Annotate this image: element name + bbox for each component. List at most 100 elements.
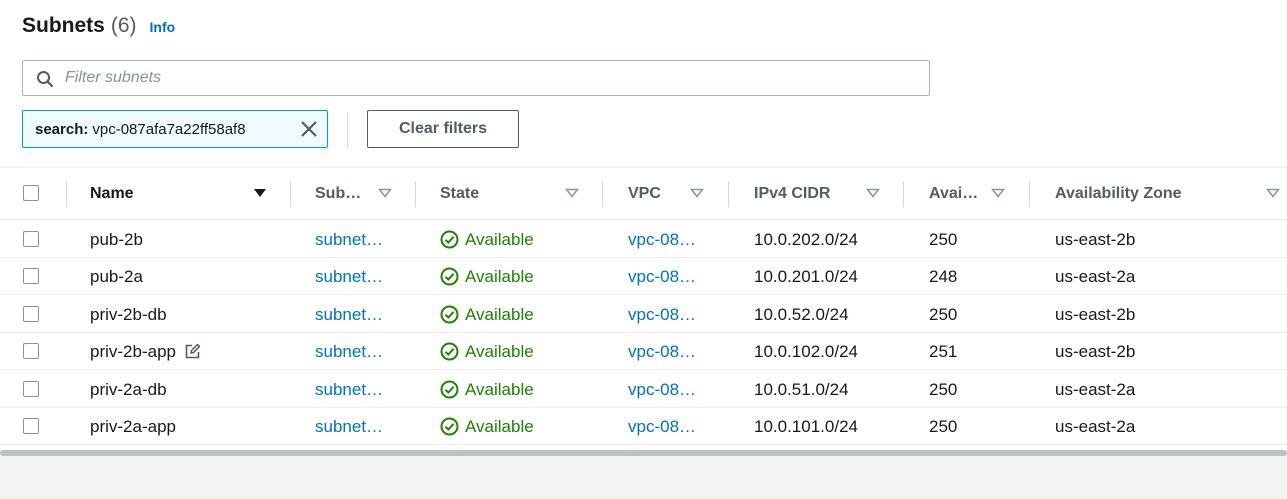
filter-box[interactable] <box>22 60 930 96</box>
search-icon <box>37 71 54 88</box>
info-link[interactable]: Info <box>150 19 176 35</box>
available-ips: 250 <box>929 229 958 249</box>
row-checkbox[interactable] <box>23 381 39 397</box>
ipv4-cidr: 10.0.52.0/24 <box>754 304 849 324</box>
availability-zone: us-east-2b <box>1055 341 1136 361</box>
state-label: Available <box>465 341 534 361</box>
column-divider <box>903 181 904 207</box>
state-label: Available <box>465 304 534 324</box>
ipv4-cidr: 10.0.102.0/24 <box>754 341 858 361</box>
subnet-name: pub-2b <box>90 229 143 249</box>
column-divider <box>728 181 729 207</box>
subnet-count: (6) <box>110 14 137 37</box>
vpc-link[interactable]: vpc-08… <box>628 371 696 408</box>
vpc-link[interactable]: vpc-08… <box>628 258 696 295</box>
close-icon[interactable] <box>300 120 318 138</box>
subnet-id-link[interactable]: subnet… <box>315 258 383 295</box>
row-checkbox[interactable] <box>23 231 39 247</box>
caret-down-icon[interactable] <box>378 188 392 198</box>
subnet-name: pub-2a <box>90 266 143 286</box>
subnet-name: priv-2a-app <box>90 416 176 436</box>
table-row[interactable]: pub-2b subnet… Available vpc-08… 10.0.20… <box>0 221 1287 258</box>
vpc-link[interactable]: vpc-08… <box>628 296 696 333</box>
table-row[interactable]: pub-2a subnet… Available vpc-08… 10.0.20… <box>0 258 1287 295</box>
state-cell: Available <box>440 371 534 408</box>
column-header-subnet-id[interactable]: Sub… <box>315 168 361 220</box>
column-header-name[interactable]: Name <box>90 168 134 220</box>
ipv4-cidr: 10.0.51.0/24 <box>754 379 849 399</box>
availability-zone: us-east-2b <box>1055 229 1136 249</box>
table-row[interactable]: priv-2b-db subnet… Available vpc-08… 10.… <box>0 296 1287 333</box>
available-ips: 250 <box>929 379 958 399</box>
caret-down-icon[interactable] <box>253 188 267 198</box>
filter-input[interactable] <box>65 61 915 95</box>
filter-token-value: vpc-087afa7a22ff58af8 <box>92 120 246 138</box>
divider <box>347 112 348 148</box>
state-label: Available <box>465 229 534 249</box>
select-all-checkbox[interactable] <box>23 185 39 201</box>
available-ips: 250 <box>929 304 958 324</box>
vpc-link[interactable]: vpc-08… <box>628 408 696 445</box>
available-ips: 250 <box>929 416 958 436</box>
caret-down-icon[interactable] <box>866 188 880 198</box>
subnet-id-link[interactable]: subnet… <box>315 371 383 408</box>
state-cell: Available <box>440 296 534 333</box>
state-label: Available <box>465 379 534 399</box>
availability-zone: us-east-2a <box>1055 379 1136 399</box>
subnet-name-text: priv-2b-app <box>90 341 176 361</box>
row-checkbox[interactable] <box>23 268 39 284</box>
column-divider <box>1029 181 1030 207</box>
caret-down-icon[interactable] <box>565 188 579 198</box>
availability-zone: us-east-2a <box>1055 416 1136 436</box>
state-cell: Available <box>440 408 534 445</box>
availability-zone: us-east-2b <box>1055 304 1136 324</box>
filter-token-key: search: <box>35 120 89 138</box>
check-circle-icon <box>440 342 459 361</box>
available-ips: 248 <box>929 266 958 286</box>
column-divider <box>66 181 67 207</box>
available-ips: 251 <box>929 341 958 361</box>
column-header-state[interactable]: State <box>440 168 479 220</box>
edit-icon[interactable] <box>184 343 201 360</box>
column-divider <box>602 181 603 207</box>
filter-token: search: vpc-087afa7a22ff58af8 <box>22 110 328 148</box>
column-header-ipv4-cidr[interactable]: IPv4 CIDR <box>754 168 830 220</box>
ipv4-cidr: 10.0.201.0/24 <box>754 266 858 286</box>
row-checkbox[interactable] <box>23 306 39 322</box>
caret-down-icon[interactable] <box>690 188 704 198</box>
state-cell: Available <box>440 221 534 258</box>
subnet-name: priv-2a-db <box>90 379 167 399</box>
caret-down-icon[interactable] <box>1266 188 1280 198</box>
state-label: Available <box>465 416 534 436</box>
vpc-link[interactable]: vpc-08… <box>628 333 696 370</box>
table-row[interactable]: priv-2a-app subnet… Available vpc-08… 10… <box>0 408 1287 445</box>
column-divider <box>415 181 416 207</box>
row-checkbox[interactable] <box>23 343 39 359</box>
clear-filters-button[interactable]: Clear filters <box>367 110 519 148</box>
horizontal-scrollbar[interactable] <box>0 450 1287 456</box>
column-divider <box>290 181 291 207</box>
state-cell: Available <box>440 333 534 370</box>
subnets-panel: Subnets (6) Info search: vpc-087afa7a22f… <box>0 0 1287 452</box>
table-header: Name Sub… State VPC IPv4 CIDR Avai… Avai… <box>0 167 1287 220</box>
row-checkbox[interactable] <box>23 418 39 434</box>
subnet-name: priv-2b-db <box>90 304 167 324</box>
subnet-name: priv-2b-app <box>90 333 201 370</box>
subnet-id-link[interactable]: subnet… <box>315 333 383 370</box>
subnet-id-link[interactable]: subnet… <box>315 408 383 445</box>
ipv4-cidr: 10.0.101.0/24 <box>754 416 858 436</box>
column-header-availability-zone[interactable]: Availability Zone <box>1055 168 1182 220</box>
subnet-id-link[interactable]: subnet… <box>315 221 383 258</box>
column-header-available-ips[interactable]: Avai… <box>929 168 978 220</box>
check-circle-icon <box>440 417 459 436</box>
vpc-link[interactable]: vpc-08… <box>628 221 696 258</box>
table-row[interactable]: priv-2a-db subnet… Available vpc-08… 10.… <box>0 371 1287 408</box>
caret-down-icon[interactable] <box>991 188 1005 198</box>
table-row[interactable]: priv-2b-app subnet… Available vpc-08… 10… <box>0 333 1287 370</box>
state-cell: Available <box>440 258 534 295</box>
column-header-vpc[interactable]: VPC <box>628 168 661 220</box>
check-circle-icon <box>440 230 459 249</box>
ipv4-cidr: 10.0.202.0/24 <box>754 229 858 249</box>
page-header: Subnets (6) Info <box>22 14 175 38</box>
subnet-id-link[interactable]: subnet… <box>315 296 383 333</box>
